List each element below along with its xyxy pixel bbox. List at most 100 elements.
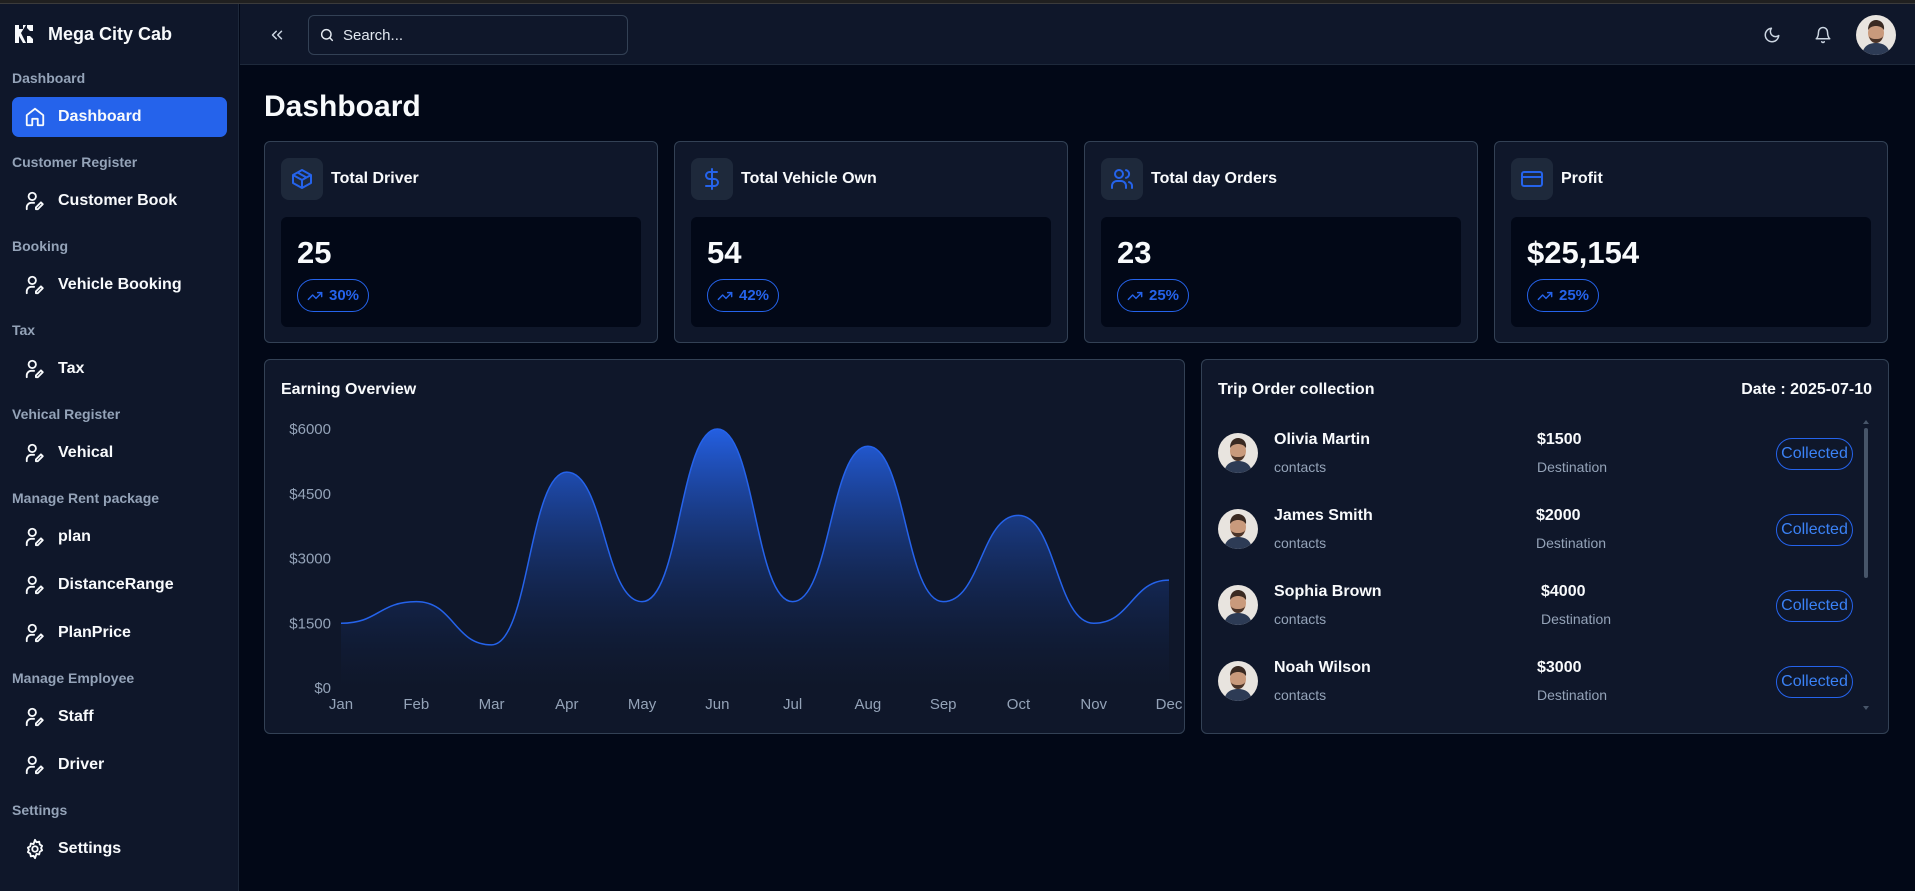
collected-button[interactable]: Collected	[1776, 666, 1853, 698]
trip-row: James Smith contacts $2000 Destination C…	[1218, 501, 1858, 561]
user-avatar[interactable]	[1856, 15, 1896, 55]
stat-body: 23 25%	[1101, 217, 1461, 327]
trip-list-scrollbar[interactable]	[1862, 420, 1870, 710]
collected-button[interactable]: Collected	[1776, 590, 1853, 622]
scroll-thumb[interactable]	[1864, 428, 1868, 578]
x-tick-label: Sep	[930, 696, 957, 713]
page-title: Dashboard	[264, 90, 421, 123]
collapse-sidebar-button[interactable]	[264, 22, 290, 48]
scroll-up-arrow[interactable]	[1863, 420, 1869, 424]
avatar	[1218, 509, 1258, 549]
data-point-may[interactable]	[640, 600, 644, 604]
section-settings: Settings	[12, 802, 68, 818]
data-point-sep[interactable]	[941, 600, 945, 604]
sidebar-item-driver[interactable]: Driver	[12, 745, 227, 785]
sidebar-item-label: Staff	[58, 708, 94, 725]
sidebar-item-label: Vehical	[58, 444, 114, 461]
trending-up-icon	[307, 291, 323, 300]
earning-chart: $0 $1500 $3000 $4500 $6000 Jan Feb Mar Apr May Jun…	[289, 421, 1183, 713]
stat-change-value: 30%	[329, 287, 360, 304]
stat-value: 23	[1117, 235, 1152, 270]
trip-contacts: contacts	[1274, 611, 1327, 627]
data-point-dec[interactable]	[1167, 578, 1171, 582]
trending-up-icon	[717, 291, 733, 300]
theme-toggle-button[interactable]	[1760, 23, 1784, 47]
data-point-mar[interactable]	[490, 643, 494, 647]
x-tick-label: Oct	[1007, 696, 1031, 713]
sidebar-item-vehical[interactable]: Vehical	[12, 433, 227, 473]
data-point-feb[interactable]	[414, 600, 418, 604]
users-icon	[1101, 158, 1143, 200]
stat-change-value: 42%	[739, 287, 770, 304]
user-pen-icon	[25, 359, 44, 379]
trip-contacts: contacts	[1274, 535, 1327, 551]
trip-date: Date : 2025-07-10	[1741, 381, 1872, 398]
data-point-jan[interactable]	[339, 621, 343, 625]
search-input[interactable]	[343, 26, 613, 44]
brand[interactable]: Mega City Cab	[12, 18, 172, 50]
collapse-icon	[271, 30, 283, 40]
x-tick-label: Dec	[1156, 696, 1183, 713]
x-tick-label: Jan	[329, 696, 353, 713]
trip-contacts: contacts	[1274, 687, 1327, 703]
stat-body: $25,154 25%	[1511, 217, 1871, 327]
app-name: Mega City Cab	[48, 23, 173, 44]
section-booking: Booking	[12, 238, 68, 254]
data-point-apr[interactable]	[565, 470, 569, 474]
data-point-oct[interactable]	[1016, 513, 1020, 517]
stat-change-badge: 30%	[297, 279, 370, 312]
user-pen-icon	[25, 275, 44, 295]
x-tick-label: Feb	[403, 696, 429, 713]
stat-title: Total Driver	[331, 170, 419, 187]
stat-change-value: 25%	[1149, 287, 1180, 304]
section-manage-employee: Manage Employee	[12, 670, 135, 686]
section-vehical-register: Vehical Register	[12, 406, 121, 422]
stat-title: Total day Orders	[1151, 170, 1277, 187]
sidebar-item-plan-price[interactable]: PlanPrice	[12, 613, 227, 653]
earning-overview-card: Earning Overview $0 $1500 $3000 $4500 $6000 J…	[264, 359, 1185, 734]
sidebar-item-distance-range[interactable]: DistanceRange	[12, 565, 227, 605]
data-point-nov[interactable]	[1092, 621, 1096, 625]
trip-customer-name: Noah Wilson	[1274, 659, 1371, 676]
earning-area	[341, 429, 1169, 688]
section-dashboard: Dashboard	[12, 70, 86, 86]
sidebar-item-tax[interactable]: Tax	[12, 349, 227, 389]
trip-customer-name: Olivia Martin	[1274, 431, 1371, 448]
sidebar-item-label: Settings	[58, 840, 122, 857]
sidebar-item-dashboard[interactable]: Dashboard	[12, 97, 227, 137]
sidebar-item-settings[interactable]: Settings	[12, 829, 227, 869]
moon-icon	[1764, 27, 1780, 43]
stat-change-badge: 25%	[1117, 279, 1190, 312]
section-manage-rent-package: Manage Rent package	[12, 490, 160, 506]
sidebar-item-customer-book[interactable]: Customer Book	[12, 181, 227, 221]
stat-title: Profit	[1561, 170, 1603, 187]
data-point-aug[interactable]	[866, 444, 870, 448]
section-customer-register: Customer Register	[12, 154, 138, 170]
collected-button[interactable]: Collected	[1776, 438, 1853, 470]
data-point-jun[interactable]	[715, 427, 719, 431]
stat-value: 54	[707, 235, 742, 270]
collected-button[interactable]: Collected	[1776, 514, 1853, 546]
topbar	[240, 4, 1915, 65]
stat-change-badge: 42%	[707, 279, 780, 312]
trip-amount: $4000	[1541, 583, 1586, 600]
trip-customer-name: Sophia Brown	[1274, 583, 1382, 600]
search-box[interactable]	[308, 15, 628, 55]
notifications-button[interactable]	[1811, 23, 1835, 47]
sidebar-item-label: DistanceRange	[58, 576, 174, 593]
scroll-down-arrow[interactable]	[1863, 706, 1869, 710]
stat-card-total-day-orders: Total day Orders 23 25%	[1084, 141, 1478, 343]
y-tick-label: $4500	[289, 486, 331, 503]
x-tick-label: Jul	[783, 696, 802, 713]
stat-change-value: 25%	[1559, 287, 1590, 304]
box-icon	[281, 158, 323, 200]
y-tick-label: $0	[314, 680, 331, 697]
data-point-jul[interactable]	[791, 600, 795, 604]
sidebar-item-vehicle-booking[interactable]: Vehicle Booking	[12, 265, 227, 305]
sidebar-item-staff[interactable]: Staff	[12, 697, 227, 737]
bell-icon	[1815, 26, 1831, 44]
y-tick-label: $3000	[289, 551, 331, 568]
sidebar-item-plan[interactable]: plan	[12, 517, 227, 557]
stat-body: 25 30%	[281, 217, 641, 327]
gear-icon	[26, 838, 44, 860]
